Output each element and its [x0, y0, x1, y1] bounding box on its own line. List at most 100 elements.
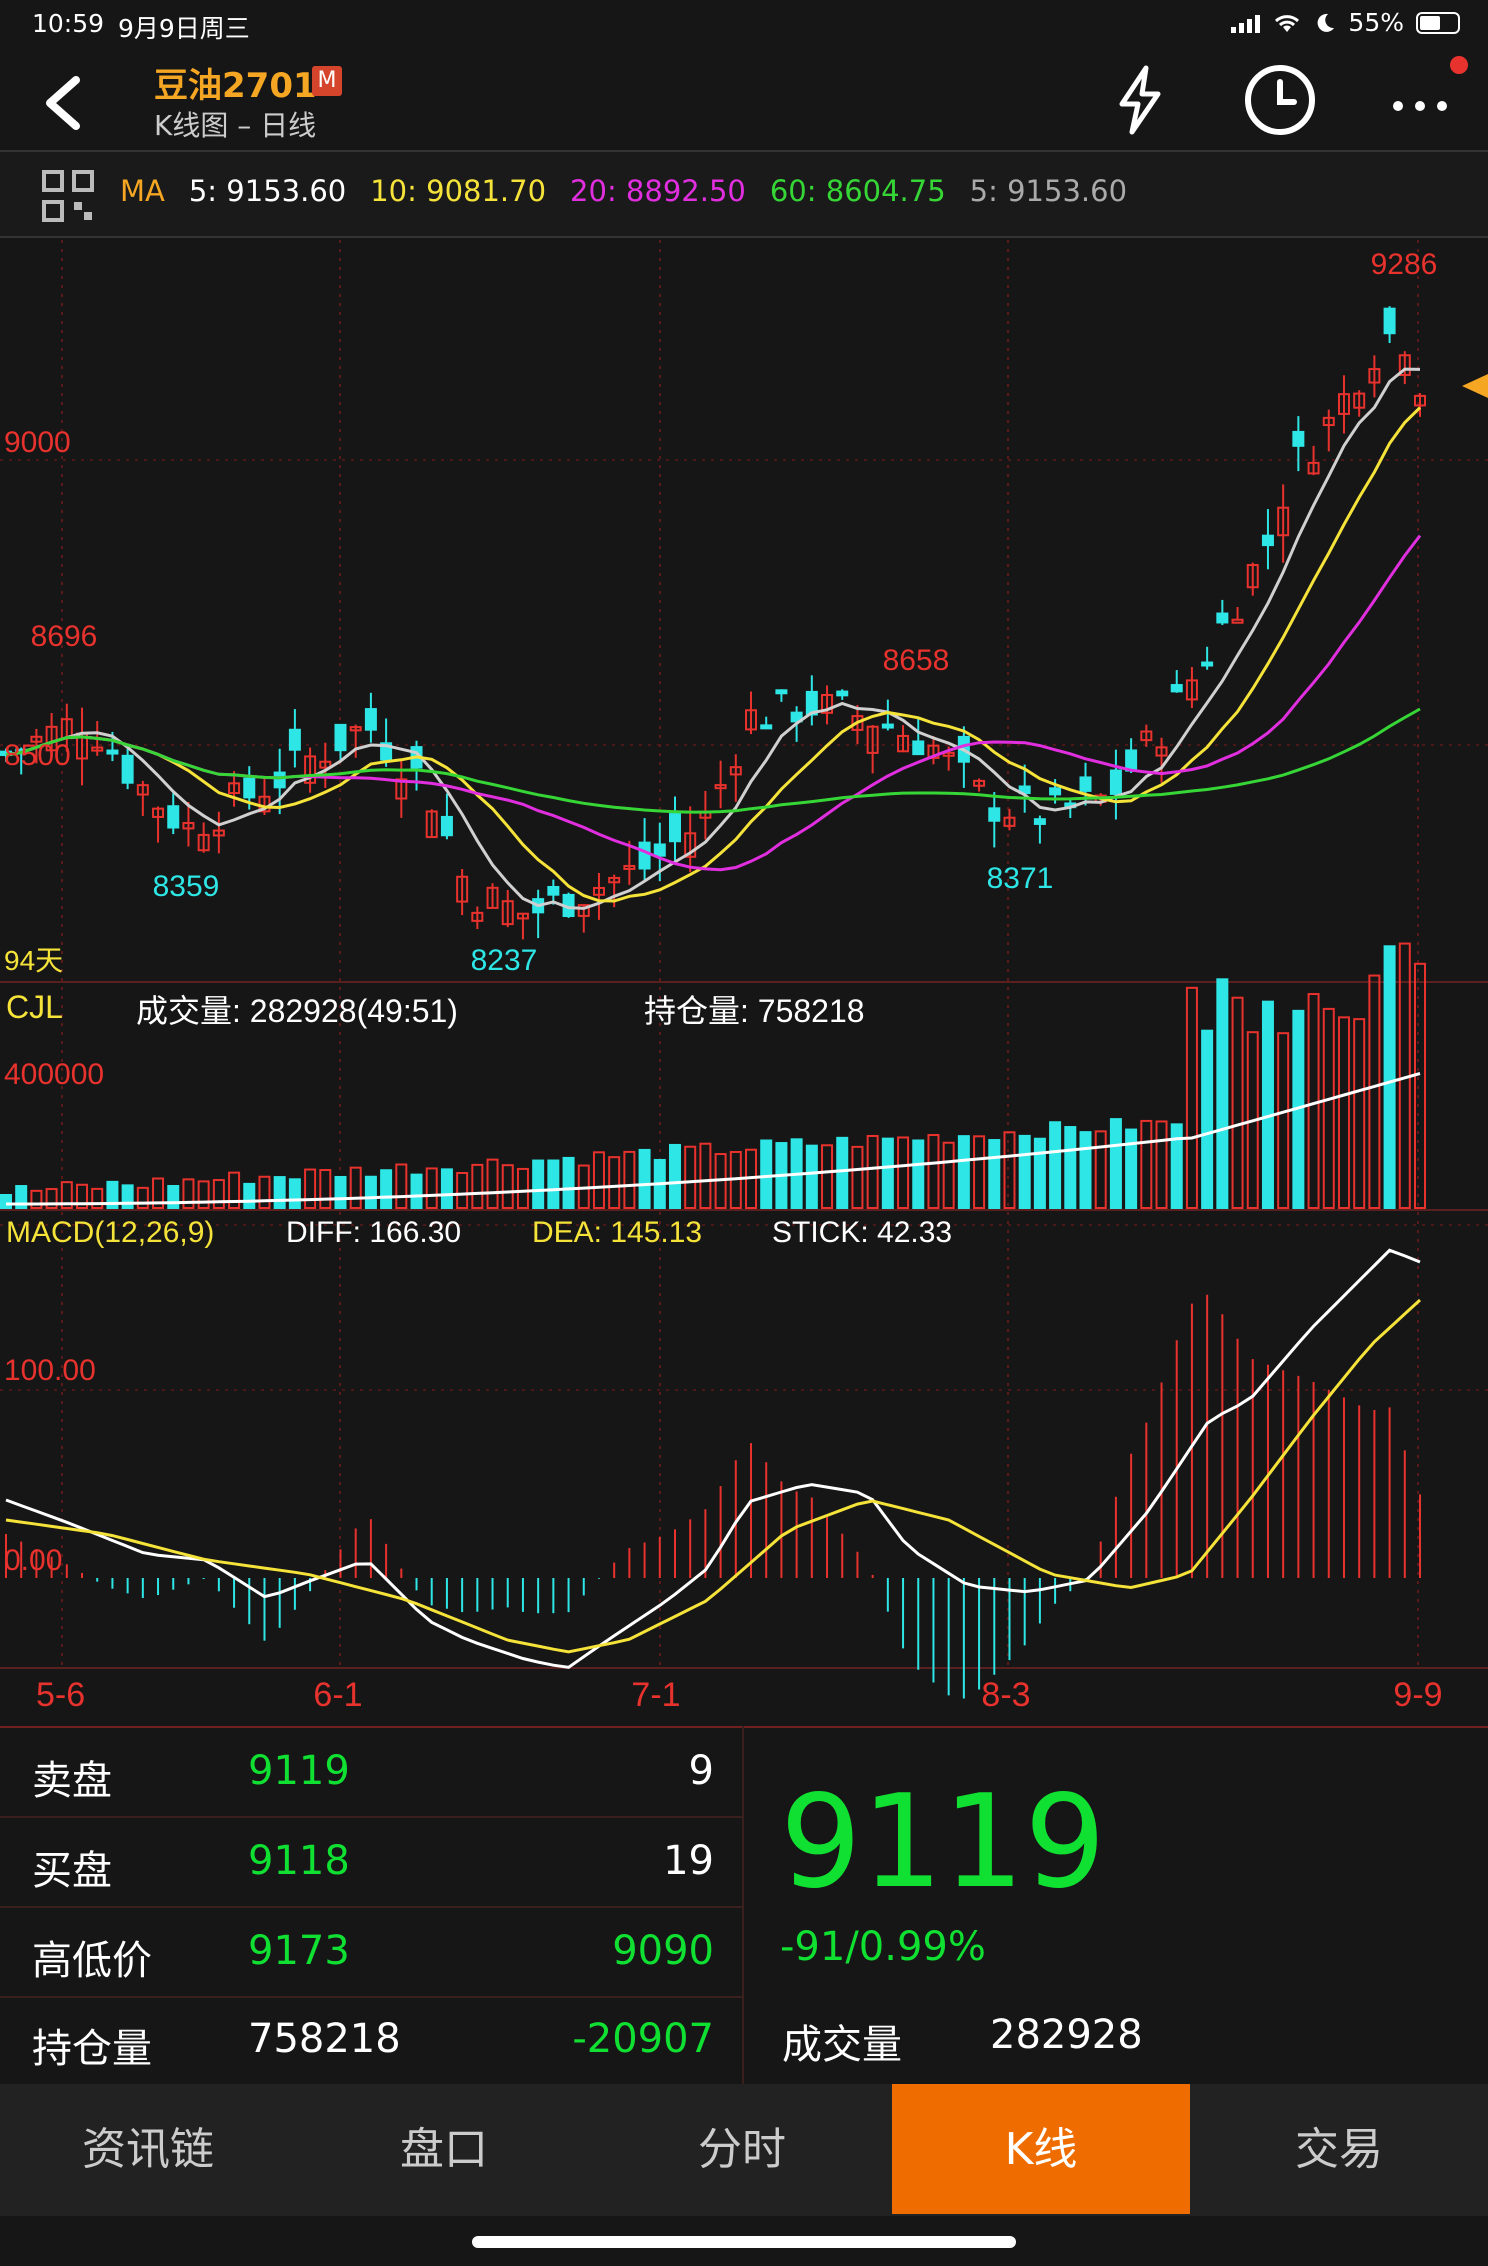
quote-label: 买盘 [32, 1848, 112, 1894]
quote-divider [742, 1726, 744, 2084]
volume-bar [562, 1156, 575, 1210]
candle-body [1201, 661, 1214, 667]
quote-row-oi: 持仓量 758218 -20907 [0, 1996, 742, 2084]
high-annotation: 8696 [31, 620, 98, 653]
high-annotation: 9286 [1371, 248, 1438, 281]
macd-axis-label: 100.00 [4, 1354, 96, 1387]
ma-values: MA 5: 9153.60 10: 9081.70 20: 8892.50 60… [120, 174, 1127, 208]
candle-body [1125, 749, 1138, 772]
quote-qty: 19 [663, 1838, 714, 1884]
current-price-marker [1462, 374, 1488, 398]
home-indicator[interactable] [472, 2236, 1016, 2248]
candle-body [1292, 430, 1305, 447]
status-date: 9月9日周三 [118, 14, 250, 43]
ma-item: 10: 9081.70 [370, 174, 547, 208]
candle-body [668, 813, 681, 843]
volume-bar [592, 1151, 605, 1209]
quote-value: 758218 [248, 2016, 401, 2062]
volume-bar [1368, 974, 1381, 1209]
quote-qty: -20907 [572, 2016, 714, 2062]
candle-body [760, 724, 773, 730]
quote-row-ask: 卖盘 9119 9 [0, 1728, 742, 1818]
volume-bar [638, 1148, 651, 1209]
candle-body [334, 723, 347, 752]
low-annotation: 8237 [471, 944, 538, 977]
volume-bar [821, 1144, 834, 1210]
volume-bar [1170, 1123, 1183, 1209]
tab-orderbook[interactable]: 盘口 [296, 2084, 592, 2216]
volume-bar [1079, 1131, 1092, 1209]
tab-intraday[interactable]: 分时 [592, 2084, 892, 2216]
volume-bar [912, 1139, 925, 1209]
volume-bar [1337, 1016, 1350, 1210]
candle-body [775, 689, 788, 695]
quote-value: 9173 [248, 1928, 350, 1974]
volume-bar [501, 1164, 514, 1210]
quote-row-bid: 买盘 9118 19 [0, 1818, 742, 1908]
candle-body [1383, 307, 1396, 335]
ma-label: MA [120, 174, 165, 208]
candle-body [912, 740, 925, 756]
volume-bar [1155, 1120, 1168, 1209]
volume-bar [1003, 1131, 1016, 1209]
candle-body [1033, 818, 1046, 825]
ma-indicator-bar: MA 5: 9153.60 10: 9081.70 20: 8892.50 60… [0, 150, 1488, 238]
candle-body [638, 841, 651, 870]
volume-bar [1307, 993, 1320, 1210]
candle-body [440, 815, 453, 837]
volume-axis-label: 400000 [4, 1058, 104, 1091]
candle-body [121, 754, 134, 784]
notification-dot [1450, 56, 1468, 74]
candle-body [1049, 787, 1062, 796]
grid-icon[interactable] [40, 168, 96, 224]
candle-body [881, 723, 894, 729]
candle-body [988, 807, 1001, 822]
status-right: 55% [1231, 8, 1460, 37]
ma-item: 5: 9153.60 [969, 174, 1128, 208]
volume-bar [1277, 1032, 1290, 1210]
quote-value: 9119 [248, 1748, 350, 1794]
tab-trade[interactable]: 交易 [1190, 2084, 1488, 2216]
lightning-icon[interactable] [1100, 60, 1180, 140]
last-price: 9119 [780, 1768, 1106, 1917]
volume-bar [304, 1168, 317, 1210]
tab-kline[interactable]: K线 [892, 2084, 1190, 2214]
volume-label: 成交量 [782, 2022, 902, 2068]
volume-bar [486, 1158, 499, 1210]
price-axis-label: 9000 [4, 426, 71, 459]
candle-body [1216, 612, 1229, 624]
tab-news-chain[interactable]: 资讯链 [0, 2084, 296, 2216]
quote-qty: 9 [688, 1748, 714, 1794]
volume-bar [380, 1169, 393, 1209]
volume-bar [1018, 1134, 1031, 1210]
volume-bar [410, 1173, 423, 1210]
volume-bar [334, 1175, 347, 1209]
volume-bar [1383, 945, 1396, 1209]
volume-bar [1109, 1118, 1122, 1209]
volume-bar [1353, 1018, 1366, 1209]
battery-icon [1416, 11, 1460, 34]
x-axis-label: 5-6 [36, 1676, 85, 1714]
volume-bar [881, 1137, 894, 1210]
volume-bar [136, 1186, 149, 1209]
volume-panel-label: CJL [6, 989, 63, 1025]
volume-bar [927, 1134, 940, 1210]
more-dots-icon[interactable] [1380, 60, 1460, 140]
quote-qty: 9090 [612, 1928, 714, 1974]
candle-body [364, 708, 377, 731]
volume-bar [699, 1142, 712, 1210]
volume-bar [1140, 1119, 1153, 1209]
kline-chart[interactable]: 9000 8500 9286 8696 8658 8359 8237 8371 94天 CJL 成交… [0, 236, 1488, 1732]
quote-label: 卖盘 [32, 1758, 112, 1804]
candle-body [273, 771, 286, 789]
ma-item: 60: 8604.75 [769, 174, 946, 208]
volume-bar [1261, 1000, 1274, 1210]
x-axis-label: 8-3 [981, 1676, 1030, 1714]
volume-bar [836, 1136, 849, 1209]
volume-bar [532, 1159, 545, 1209]
ma-item: 5: 9153.60 [188, 174, 347, 208]
back-arrow-icon[interactable] [30, 68, 100, 138]
low-annotation: 8371 [987, 862, 1054, 895]
tab-bar: 资讯链 盘口 分时 K线 交易 [0, 2084, 1488, 2216]
clock-icon[interactable] [1240, 60, 1320, 140]
